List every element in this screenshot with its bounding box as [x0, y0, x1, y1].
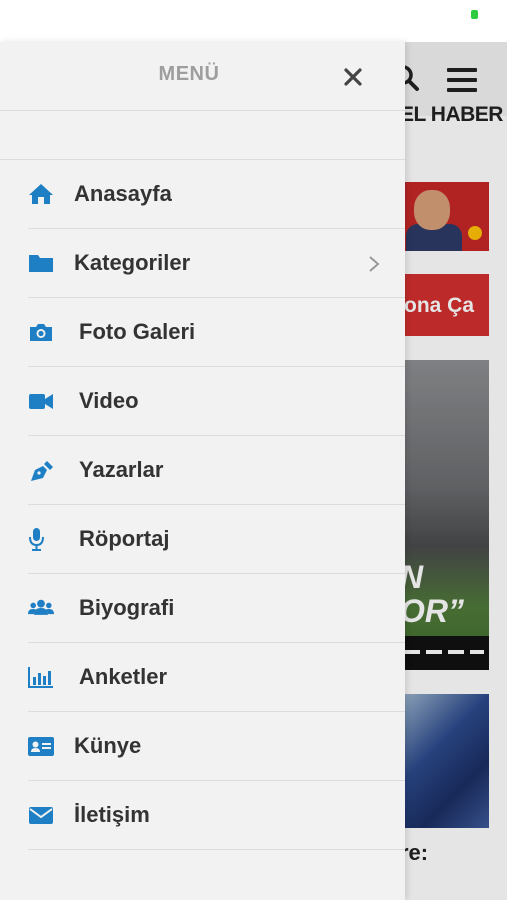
menu-item-label: Röportaj [79, 526, 170, 551]
chevron-right-icon [369, 256, 380, 272]
menu-item-foto-galeri[interactable]: Foto Galeri [28, 298, 405, 367]
drawer-title: MENÜ [158, 63, 220, 85]
menu-item-label: Video [79, 388, 139, 413]
menu-item-label: Anketler [79, 664, 168, 689]
microphone-icon [29, 528, 44, 551]
menu-item-anasayfa[interactable]: Anasayfa [28, 160, 405, 229]
drawer-header: MENÜ [0, 42, 405, 111]
menu-item-video[interactable]: Video [28, 367, 405, 436]
menu-item-anketler[interactable]: Anketler [28, 643, 405, 712]
menu-item-label: Yazarlar [79, 457, 164, 482]
menu-item-roportaj[interactable]: Röportaj [28, 505, 405, 574]
menu-item-iletisim[interactable]: İletişim [28, 781, 405, 850]
menu-item-kunye[interactable]: Künye [28, 712, 405, 781]
menu-item-yazarlar[interactable]: Yazarlar [28, 436, 405, 505]
folder-icon [29, 255, 53, 272]
close-icon[interactable] [340, 64, 366, 90]
side-drawer: MENÜ Anasayfa Kategoriler Foto Galeri Vi… [0, 42, 405, 900]
menu-item-label: Biyografi [79, 595, 175, 620]
menu-item-label: Foto Galeri [79, 319, 196, 344]
menu-item-biyografi[interactable]: Biyografi [28, 574, 405, 643]
menu-item-label: Künye [74, 733, 142, 758]
menu-item-label: Kategoriler [74, 250, 191, 275]
overlay-dim[interactable] [405, 42, 507, 900]
pen-icon [31, 461, 53, 481]
id-card-icon [28, 737, 54, 756]
battery-icon [471, 10, 478, 19]
drawer-spacer [0, 111, 405, 160]
envelope-icon [29, 807, 53, 824]
bar-chart-icon [28, 667, 53, 688]
menu-item-label: Anasayfa [74, 181, 172, 206]
camera-icon [30, 324, 52, 341]
home-icon [29, 184, 53, 204]
menu-item-kategoriler[interactable]: Kategoriler [28, 229, 405, 298]
users-icon [28, 599, 54, 615]
status-bar [0, 0, 507, 42]
video-camera-icon [29, 394, 53, 409]
menu-item-label: İletişim [74, 802, 150, 827]
